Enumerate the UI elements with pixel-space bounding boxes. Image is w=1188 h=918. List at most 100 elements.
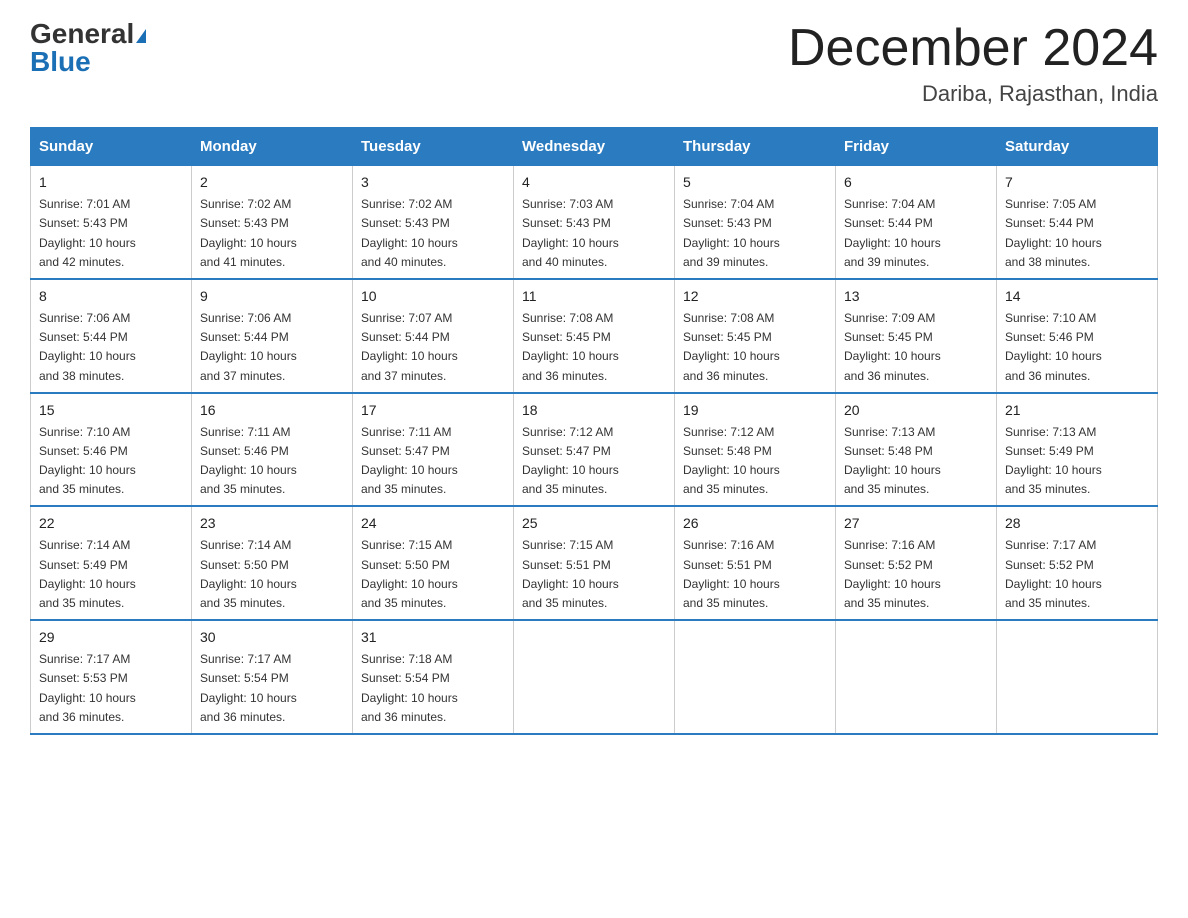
day-number: 15	[39, 400, 183, 421]
day-number: 30	[200, 627, 344, 648]
day-cell: 13Sunrise: 7:09 AMSunset: 5:45 PMDayligh…	[836, 279, 997, 393]
day-number: 20	[844, 400, 988, 421]
day-number: 4	[522, 172, 666, 193]
day-cell: 25Sunrise: 7:15 AMSunset: 5:51 PMDayligh…	[514, 506, 675, 620]
day-info: Sunrise: 7:17 AMSunset: 5:54 PMDaylight:…	[200, 650, 344, 727]
day-number: 8	[39, 286, 183, 307]
day-number: 19	[683, 400, 827, 421]
day-cell: 5Sunrise: 7:04 AMSunset: 5:43 PMDaylight…	[675, 166, 836, 279]
day-number: 16	[200, 400, 344, 421]
day-cell: 6Sunrise: 7:04 AMSunset: 5:44 PMDaylight…	[836, 166, 997, 279]
day-info: Sunrise: 7:08 AMSunset: 5:45 PMDaylight:…	[522, 309, 666, 386]
day-cell: 7Sunrise: 7:05 AMSunset: 5:44 PMDaylight…	[997, 166, 1158, 279]
day-cell: 10Sunrise: 7:07 AMSunset: 5:44 PMDayligh…	[353, 279, 514, 393]
day-cell: 11Sunrise: 7:08 AMSunset: 5:45 PMDayligh…	[514, 279, 675, 393]
day-info: Sunrise: 7:04 AMSunset: 5:43 PMDaylight:…	[683, 195, 827, 272]
week-row-5: 29Sunrise: 7:17 AMSunset: 5:53 PMDayligh…	[31, 620, 1158, 734]
day-number: 24	[361, 513, 505, 534]
logo-triangle-icon	[136, 29, 146, 43]
day-info: Sunrise: 7:17 AMSunset: 5:52 PMDaylight:…	[1005, 536, 1149, 613]
day-cell: 1Sunrise: 7:01 AMSunset: 5:43 PMDaylight…	[31, 166, 192, 279]
day-cell: 3Sunrise: 7:02 AMSunset: 5:43 PMDaylight…	[353, 166, 514, 279]
day-cell: 21Sunrise: 7:13 AMSunset: 5:49 PMDayligh…	[997, 393, 1158, 507]
header-tuesday: Tuesday	[353, 128, 514, 166]
day-info: Sunrise: 7:16 AMSunset: 5:51 PMDaylight:…	[683, 536, 827, 613]
week-row-3: 15Sunrise: 7:10 AMSunset: 5:46 PMDayligh…	[31, 393, 1158, 507]
location-title: Dariba, Rajasthan, India	[788, 81, 1158, 107]
logo-blue: Blue	[30, 46, 91, 77]
day-number: 31	[361, 627, 505, 648]
day-info: Sunrise: 7:18 AMSunset: 5:54 PMDaylight:…	[361, 650, 505, 727]
day-info: Sunrise: 7:05 AMSunset: 5:44 PMDaylight:…	[1005, 195, 1149, 272]
day-cell: 30Sunrise: 7:17 AMSunset: 5:54 PMDayligh…	[192, 620, 353, 734]
month-title: December 2024	[788, 20, 1158, 77]
day-info: Sunrise: 7:13 AMSunset: 5:48 PMDaylight:…	[844, 423, 988, 500]
day-info: Sunrise: 7:01 AMSunset: 5:43 PMDaylight:…	[39, 195, 183, 272]
day-number: 21	[1005, 400, 1149, 421]
day-number: 3	[361, 172, 505, 193]
day-cell: 23Sunrise: 7:14 AMSunset: 5:50 PMDayligh…	[192, 506, 353, 620]
day-cell: 17Sunrise: 7:11 AMSunset: 5:47 PMDayligh…	[353, 393, 514, 507]
days-header-row: SundayMondayTuesdayWednesdayThursdayFrid…	[31, 128, 1158, 166]
day-number: 26	[683, 513, 827, 534]
day-cell: 19Sunrise: 7:12 AMSunset: 5:48 PMDayligh…	[675, 393, 836, 507]
day-cell: 18Sunrise: 7:12 AMSunset: 5:47 PMDayligh…	[514, 393, 675, 507]
day-number: 27	[844, 513, 988, 534]
day-cell	[997, 620, 1158, 734]
day-cell: 29Sunrise: 7:17 AMSunset: 5:53 PMDayligh…	[31, 620, 192, 734]
day-info: Sunrise: 7:14 AMSunset: 5:50 PMDaylight:…	[200, 536, 344, 613]
day-info: Sunrise: 7:11 AMSunset: 5:47 PMDaylight:…	[361, 423, 505, 500]
day-info: Sunrise: 7:09 AMSunset: 5:45 PMDaylight:…	[844, 309, 988, 386]
day-info: Sunrise: 7:15 AMSunset: 5:51 PMDaylight:…	[522, 536, 666, 613]
day-cell: 27Sunrise: 7:16 AMSunset: 5:52 PMDayligh…	[836, 506, 997, 620]
day-cell	[514, 620, 675, 734]
day-info: Sunrise: 7:17 AMSunset: 5:53 PMDaylight:…	[39, 650, 183, 727]
day-info: Sunrise: 7:14 AMSunset: 5:49 PMDaylight:…	[39, 536, 183, 613]
day-cell: 14Sunrise: 7:10 AMSunset: 5:46 PMDayligh…	[997, 279, 1158, 393]
day-cell: 15Sunrise: 7:10 AMSunset: 5:46 PMDayligh…	[31, 393, 192, 507]
day-number: 25	[522, 513, 666, 534]
day-cell: 8Sunrise: 7:06 AMSunset: 5:44 PMDaylight…	[31, 279, 192, 393]
header-wednesday: Wednesday	[514, 128, 675, 166]
day-cell: 4Sunrise: 7:03 AMSunset: 5:43 PMDaylight…	[514, 166, 675, 279]
day-number: 1	[39, 172, 183, 193]
header-monday: Monday	[192, 128, 353, 166]
day-info: Sunrise: 7:10 AMSunset: 5:46 PMDaylight:…	[39, 423, 183, 500]
day-cell: 26Sunrise: 7:16 AMSunset: 5:51 PMDayligh…	[675, 506, 836, 620]
day-number: 18	[522, 400, 666, 421]
day-info: Sunrise: 7:08 AMSunset: 5:45 PMDaylight:…	[683, 309, 827, 386]
day-cell: 16Sunrise: 7:11 AMSunset: 5:46 PMDayligh…	[192, 393, 353, 507]
day-info: Sunrise: 7:15 AMSunset: 5:50 PMDaylight:…	[361, 536, 505, 613]
day-cell: 24Sunrise: 7:15 AMSunset: 5:50 PMDayligh…	[353, 506, 514, 620]
day-cell: 31Sunrise: 7:18 AMSunset: 5:54 PMDayligh…	[353, 620, 514, 734]
header-sunday: Sunday	[31, 128, 192, 166]
day-number: 9	[200, 286, 344, 307]
day-cell: 28Sunrise: 7:17 AMSunset: 5:52 PMDayligh…	[997, 506, 1158, 620]
day-cell: 12Sunrise: 7:08 AMSunset: 5:45 PMDayligh…	[675, 279, 836, 393]
day-cell: 22Sunrise: 7:14 AMSunset: 5:49 PMDayligh…	[31, 506, 192, 620]
day-number: 22	[39, 513, 183, 534]
day-info: Sunrise: 7:16 AMSunset: 5:52 PMDaylight:…	[844, 536, 988, 613]
day-cell	[675, 620, 836, 734]
day-info: Sunrise: 7:12 AMSunset: 5:48 PMDaylight:…	[683, 423, 827, 500]
week-row-1: 1Sunrise: 7:01 AMSunset: 5:43 PMDaylight…	[31, 166, 1158, 279]
week-row-2: 8Sunrise: 7:06 AMSunset: 5:44 PMDaylight…	[31, 279, 1158, 393]
logo: General Blue	[30, 20, 146, 76]
day-number: 10	[361, 286, 505, 307]
page-header: General Blue December 2024 Dariba, Rajas…	[30, 20, 1158, 107]
day-cell	[836, 620, 997, 734]
day-info: Sunrise: 7:12 AMSunset: 5:47 PMDaylight:…	[522, 423, 666, 500]
day-number: 13	[844, 286, 988, 307]
day-info: Sunrise: 7:07 AMSunset: 5:44 PMDaylight:…	[361, 309, 505, 386]
day-info: Sunrise: 7:03 AMSunset: 5:43 PMDaylight:…	[522, 195, 666, 272]
header-saturday: Saturday	[997, 128, 1158, 166]
header-friday: Friday	[836, 128, 997, 166]
day-number: 2	[200, 172, 344, 193]
day-number: 11	[522, 286, 666, 307]
day-info: Sunrise: 7:10 AMSunset: 5:46 PMDaylight:…	[1005, 309, 1149, 386]
day-number: 17	[361, 400, 505, 421]
calendar-table: SundayMondayTuesdayWednesdayThursdayFrid…	[30, 127, 1158, 735]
title-section: December 2024 Dariba, Rajasthan, India	[788, 20, 1158, 107]
day-info: Sunrise: 7:02 AMSunset: 5:43 PMDaylight:…	[200, 195, 344, 272]
day-cell: 2Sunrise: 7:02 AMSunset: 5:43 PMDaylight…	[192, 166, 353, 279]
